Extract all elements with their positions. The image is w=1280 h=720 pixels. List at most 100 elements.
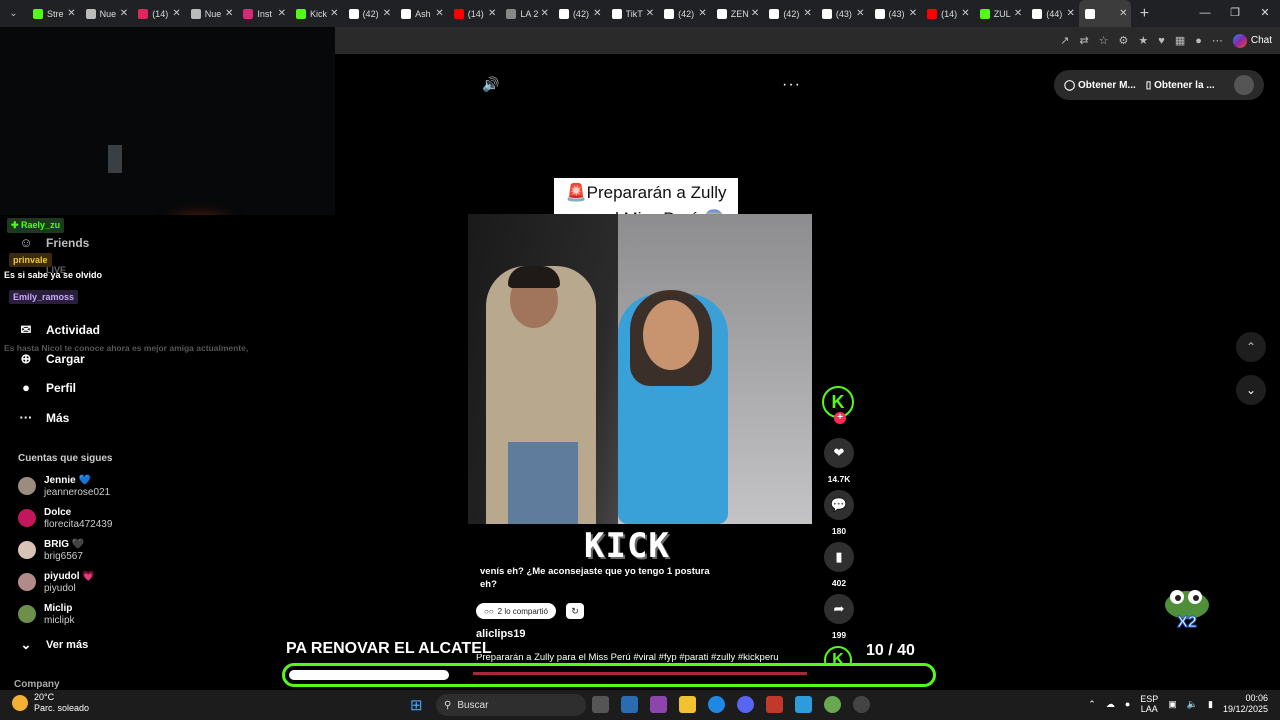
volume-icon[interactable]: 🔊 [482, 76, 499, 93]
network-icon[interactable]: ▣ [1168, 699, 1177, 710]
browser-tab[interactable]: Stre ✕ [27, 0, 80, 27]
followed-account[interactable]: Dolce florecita472439 [18, 507, 112, 531]
tab-close-icon[interactable]: ✕ [488, 8, 496, 19]
browser-tab[interactable]: (42) ✕ [658, 0, 711, 27]
shared-badge[interactable]: ○○ 2 lo compartió [476, 603, 556, 619]
translate-icon[interactable]: ⇄ [1079, 34, 1088, 47]
browser-tab[interactable]: TikT ✕ [606, 0, 659, 27]
tab-close-icon[interactable]: ✕ [383, 8, 391, 19]
follow-plus-icon[interactable]: + [834, 412, 846, 424]
get-coins-button[interactable]: ◯ Obtener M... [1064, 80, 1136, 91]
followed-account[interactable]: Jennie 💙 jeannerose021 [18, 475, 110, 499]
browser-tab[interactable]: (44) ✕ [1026, 0, 1079, 27]
tray-chevron-icon[interactable]: ⌃ [1088, 699, 1096, 710]
browser-tab[interactable]: (42) ✕ [343, 0, 396, 27]
followed-account[interactable]: piyudol 💗 piyudol [18, 571, 95, 595]
browser-tab[interactable]: Kick ✕ [290, 0, 343, 27]
obs-icon[interactable] [853, 696, 870, 713]
store-icon[interactable] [621, 696, 638, 713]
browser-tab[interactable]: Ash ✕ [395, 0, 448, 27]
tab-close-icon[interactable]: ✕ [172, 8, 180, 19]
browser-tab[interactable]: (14) ✕ [448, 0, 501, 27]
tab-close-icon[interactable]: ✕ [961, 8, 969, 19]
copilot-chat-button[interactable]: Chat [1232, 33, 1272, 48]
get-app-button[interactable]: ▯ Obtener la ... [1146, 80, 1215, 91]
video-player[interactable] [468, 214, 812, 524]
next-video-button[interactable]: ⌄ [1236, 375, 1266, 405]
new-tab-button[interactable]: + [1131, 5, 1157, 23]
profile-icon[interactable]: ● [1195, 35, 1202, 47]
followed-account[interactable]: Miclip miclipk [18, 603, 75, 627]
close-window-button[interactable]: ✕ [1250, 0, 1280, 27]
mic-icon[interactable]: ● [1125, 699, 1130, 709]
maximize-button[interactable]: ❐ [1220, 0, 1250, 27]
tab-close-icon[interactable]: ✕ [804, 8, 812, 19]
sidebar-item-friends[interactable]: ☺ Friends [18, 235, 89, 250]
browser-tab[interactable]: ZUL ✕ [974, 0, 1027, 27]
collections-icon[interactable]: ▦ [1175, 34, 1185, 47]
sidebar-item-profile[interactable]: ● Perfil [18, 380, 76, 395]
edge-icon[interactable] [708, 696, 725, 713]
browser-tab[interactable]: (43) ✕ [816, 0, 869, 27]
copilot-app-icon[interactable] [650, 696, 667, 713]
tab-close-icon[interactable]: ✕ [856, 8, 864, 19]
open-in-app-icon[interactable]: ↗ [1060, 34, 1069, 47]
tab-close-icon[interactable]: ✕ [909, 8, 917, 19]
tab-close-icon[interactable]: ✕ [1119, 8, 1127, 19]
tab-close-icon[interactable]: ✕ [330, 8, 338, 19]
tab-close-icon[interactable]: ✕ [1066, 8, 1074, 19]
minimize-button[interactable]: — [1190, 0, 1220, 27]
file-explorer-icon[interactable] [679, 696, 696, 713]
company-link[interactable]: Company [14, 679, 60, 690]
onedrive-icon[interactable]: ☁ [1106, 699, 1115, 710]
paint-icon[interactable] [795, 696, 812, 713]
favorites-icon[interactable]: ★ [1138, 34, 1148, 47]
extensions-icon[interactable]: ⚙ [1119, 34, 1129, 47]
browser-tab[interactable]: Nue ✕ [80, 0, 133, 27]
browser-tab[interactable]: Inst ✕ [237, 0, 290, 27]
tab-close-icon[interactable]: ✕ [541, 8, 549, 19]
battery-icon[interactable]: ▮ [1208, 699, 1213, 710]
clock[interactable]: 00:06 19/12/2025 [1223, 693, 1268, 715]
save-button[interactable]: ▮ [824, 542, 854, 572]
repost-icon[interactable]: ↻ [566, 603, 584, 619]
tab-close-icon[interactable]: ✕ [67, 8, 75, 19]
tab-close-icon[interactable]: ✕ [646, 8, 654, 19]
browser-tab[interactable]: (42) ✕ [553, 0, 606, 27]
favorite-star-icon[interactable]: ☆ [1099, 34, 1109, 47]
tab-list-button[interactable]: ⌄ [0, 0, 27, 27]
tab-close-icon[interactable]: ✕ [435, 8, 443, 19]
app-icon[interactable] [824, 696, 841, 713]
comment-button[interactable]: 💬 [824, 490, 854, 520]
sidebar-item-upload[interactable]: ⊕ Cargar [18, 351, 85, 367]
tab-close-icon[interactable]: ✕ [1014, 8, 1022, 19]
tab-close-icon[interactable]: ✕ [225, 8, 233, 19]
taskbar-search[interactable]: ⚲ Buscar [436, 694, 586, 716]
tab-close-icon[interactable]: ✕ [698, 8, 706, 19]
language-indicator[interactable]: ESP LAA [1140, 694, 1158, 714]
browser-tab[interactable]: LA 2 ✕ [500, 0, 553, 27]
browser-essentials-icon[interactable]: ♥ [1158, 35, 1165, 47]
see-more-button[interactable]: ⌄ Ver más [18, 637, 89, 653]
browser-tab[interactable]: (43) ✕ [869, 0, 922, 27]
more-options-button[interactable]: ··· [782, 76, 801, 94]
browser-tab[interactable]: (14) ✕ [921, 0, 974, 27]
sidebar-item-more[interactable]: ··· Más [18, 410, 70, 425]
typing-app-icon[interactable] [766, 696, 783, 713]
tab-close-icon[interactable]: ✕ [278, 8, 286, 19]
browser-tab[interactable]: (14) ✕ [132, 0, 185, 27]
user-avatar[interactable] [1234, 75, 1254, 95]
sidebar-item-activity[interactable]: ✉ Actividad [18, 322, 100, 338]
settings-menu-icon[interactable]: ⋯ [1212, 34, 1223, 47]
discord-icon[interactable] [737, 696, 754, 713]
task-view-icon[interactable] [592, 696, 609, 713]
followed-account[interactable]: BRIG 🖤 brig6567 [18, 539, 84, 563]
share-button[interactable]: ➦ [824, 594, 854, 624]
tab-close-icon[interactable]: ✕ [120, 8, 128, 19]
video-author[interactable]: aliclips19 [476, 628, 526, 640]
browser-tab[interactable]: ZEN ✕ [711, 0, 764, 27]
tab-close-icon[interactable]: ✕ [593, 8, 601, 19]
browser-tab[interactable]: ✕ [1078, 0, 1132, 27]
browser-tab[interactable]: (42) ✕ [763, 0, 816, 27]
like-button[interactable]: ❤ [824, 438, 854, 468]
